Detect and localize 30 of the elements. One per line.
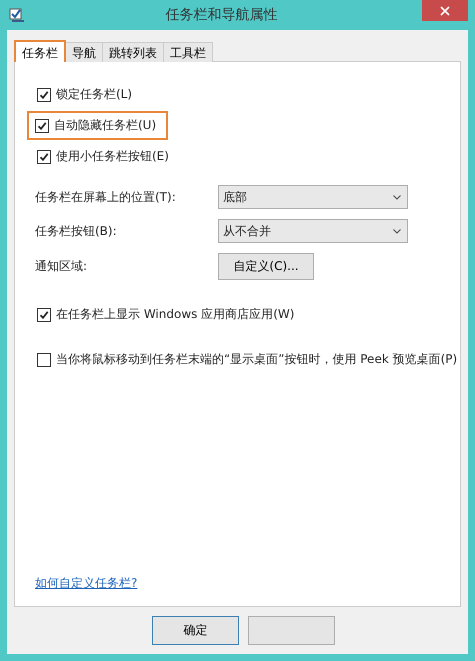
setting-label: 通知区域: xyxy=(35,258,88,275)
checkbox[interactable] xyxy=(35,118,49,132)
close-button[interactable] xyxy=(422,0,468,21)
dropdown[interactable]: 从不合并 xyxy=(218,219,408,243)
checkbox-window-icon xyxy=(9,7,25,23)
checkbox[interactable] xyxy=(37,308,51,322)
checkbox-label: 锁定任务栏(L) xyxy=(56,86,132,103)
setting-label: 任务栏在屏幕上的位置(T): xyxy=(35,188,177,206)
checkbox-label: 使用小任务栏按钮(E) xyxy=(56,148,169,165)
checkbox-label: 当你将鼠标移动到任务栏末端的“显示桌面”按钮时，使用 Peek 预览桌面(P) xyxy=(56,351,458,368)
ok-button[interactable]: 确定 xyxy=(152,616,239,645)
dropdown-value: 从不合并 xyxy=(223,222,271,240)
customize-button[interactable]: 自定义(C)... xyxy=(218,253,314,280)
window-title: 任务栏和导航属性 xyxy=(164,6,278,24)
dropdown-value: 底部 xyxy=(223,188,247,206)
tab[interactable]: 任务栏 xyxy=(14,40,66,62)
tab[interactable]: 导航 xyxy=(65,42,103,62)
chevron-down-icon xyxy=(393,194,401,200)
tab[interactable]: 工具栏 xyxy=(163,42,213,62)
checkbox-label: 在任务栏上显示 Windows 应用商店应用(W) xyxy=(56,306,294,323)
tab[interactable]: 跳转列表 xyxy=(102,42,164,62)
dropdown[interactable]: 底部 xyxy=(218,185,408,209)
checkbox[interactable] xyxy=(37,150,51,164)
close-icon xyxy=(440,6,450,16)
help-link[interactable]: 如何自定义任务栏? xyxy=(35,575,138,592)
checkbox-label: 自动隐藏任务栏(U) xyxy=(54,117,156,134)
setting-label: 任务栏按钮(B): xyxy=(35,222,118,240)
checkbox[interactable] xyxy=(37,352,51,366)
checkbox[interactable] xyxy=(37,88,51,102)
chevron-down-icon xyxy=(393,228,401,234)
